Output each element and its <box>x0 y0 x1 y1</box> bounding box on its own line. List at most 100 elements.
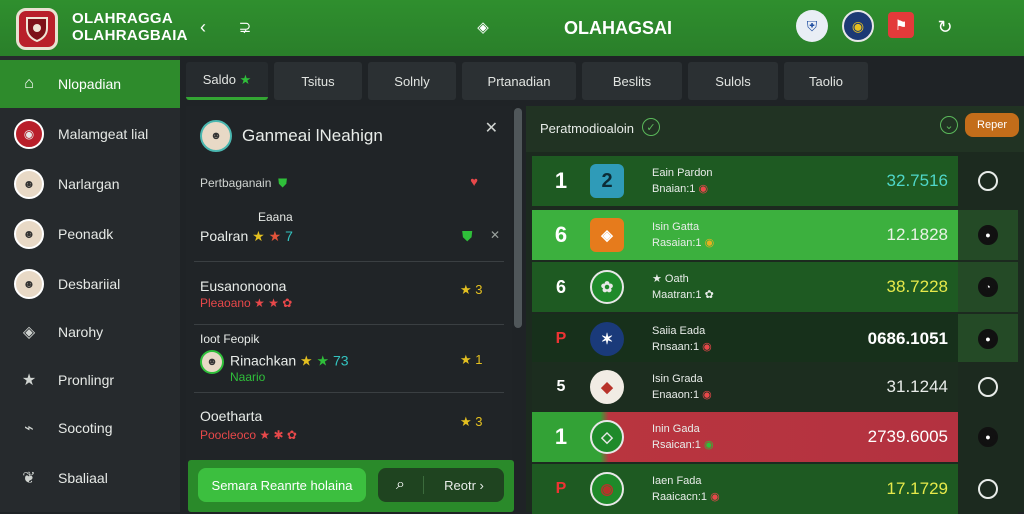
match-row[interactable]: P ◉ Iaen Fada Raaicacn:1 ◉ 17.1729 <box>532 464 958 514</box>
sidebar-item-ranking[interactable]: ★ Pronlingr <box>0 356 180 404</box>
shield-badge-icon[interactable]: ⛨ <box>796 10 828 42</box>
tab-saldo[interactable]: Saldo ★ <box>186 62 268 100</box>
sidebar-item-home[interactable]: ⌂ Nlopadian <box>0 60 180 108</box>
match-rank: 6 <box>555 276 566 297</box>
detail-text: Rnsaan:1 <box>652 341 700 353</box>
match-row[interactable]: 1 2 Eain Pardon Bnaian:1 ◉ 32.7516 <box>532 156 958 206</box>
sidebar-item-label: Socoting <box>58 420 113 436</box>
match-select[interactable] <box>958 156 1018 206</box>
team-name: ★ Oath <box>652 273 689 285</box>
match-score: 38.7228 <box>886 277 948 296</box>
match-row[interactable]: 6 ◈ Isin Gatta Rasaian:1 ◉ 12.1828 <box>532 210 958 260</box>
sidebar-item-label: Desbariial <box>58 276 121 292</box>
star-icon: ★ <box>239 71 252 87</box>
tab-label: Sulols <box>715 73 751 89</box>
match-select[interactable]: ● <box>958 412 1018 462</box>
team-name: Saiia Eada <box>652 325 706 337</box>
match-rank: 5 <box>556 378 566 395</box>
scrollbar[interactable] <box>514 108 522 328</box>
match-info: Iaen Fada Raaicacn:1 ◉ <box>652 473 812 505</box>
match-row[interactable]: P ✶ Saiia Eada Rnsaan:1 ◉ 0686.1051 <box>532 314 958 364</box>
brand-line-2: OLAHRAGBAIA <box>72 27 188 44</box>
sidebar-item-player-2[interactable]: ☻ Peonadk <box>0 210 180 258</box>
close-icon[interactable]: ✕ <box>485 118 498 138</box>
star-icon: ★ <box>21 372 37 389</box>
team-name: Inin Gada <box>652 423 700 435</box>
divider <box>194 324 504 325</box>
list-item[interactable]: Ooetharta <box>200 408 500 424</box>
list-item[interactable]: Poalran ★ ★ 7 ⛊ ✕ <box>200 228 500 245</box>
club-logo-icon[interactable] <box>16 8 58 50</box>
next-label: Reotr <box>444 477 476 493</box>
tab-solnly[interactable]: Solnly <box>368 62 456 100</box>
matches-header: Peratmodioaloin ✓ ⌄ Reper <box>526 106 1024 152</box>
match-select[interactable] <box>958 464 1018 514</box>
detail-text: Rasaian:1 <box>652 237 702 249</box>
match-score: 0686.1051 <box>812 329 958 349</box>
primary-action-button[interactable]: Semara Reanrte holaina <box>198 468 366 502</box>
refresh-icon[interactable]: ↻ <box>930 12 960 42</box>
team-panel: ☻ Ganmeai lNeahign ✕ Pertbaganain ⛊ ♥ Ea… <box>186 106 512 512</box>
sidebar-item-label: Peonadk <box>58 226 114 242</box>
detail-text: Raaicacn:1 <box>652 491 708 503</box>
check-icon[interactable]: ✓ <box>642 118 660 136</box>
team-name: Isin Gatta <box>652 221 700 233</box>
shield-icon: ⛊ <box>462 228 473 244</box>
card-icon: ✿ <box>704 289 714 301</box>
chevron-down-icon[interactable]: ⌄ <box>940 116 958 134</box>
close-icon[interactable]: ✕ <box>490 228 500 242</box>
tab-prtanadian[interactable]: Prtanadian <box>462 62 576 100</box>
match-select[interactable] <box>958 362 1018 412</box>
match-detail: Maatran:1 ✿ <box>652 287 812 303</box>
sidebar-item-scouting[interactable]: ⌁ Socoting <box>0 404 180 452</box>
report-button[interactable]: Reper <box>965 113 1019 137</box>
subtitle-text: Pertbaganain <box>200 176 272 190</box>
tab-beslits[interactable]: Beslits <box>582 62 682 100</box>
match-row[interactable]: 5 ◆ Isin Grada Enaaon:1 ◉ 31.1244 <box>532 362 958 412</box>
list-item[interactable]: Eusanonoona <box>200 278 500 294</box>
card-icon: ◉ <box>698 183 709 195</box>
sidebar-item-club[interactable]: ◉ Malamgeat lial <box>0 110 180 158</box>
chat-bubble-icon[interactable]: ⊋ <box>230 12 260 42</box>
detail-text: Enaaon:1 <box>652 389 700 401</box>
chevron-left-icon[interactable]: ‹ <box>188 12 218 42</box>
card-icon: ◉ <box>702 389 712 401</box>
sidebar-item-player-3[interactable]: ☻ Desbariial <box>0 260 180 308</box>
next-button[interactable]: Reotr › <box>424 478 504 493</box>
match-row[interactable]: 1 ◇ Inin Gada Rsaican:1 ◉ 2739.6005 <box>532 412 958 462</box>
match-detail: Rnsaan:1 ◉ <box>652 339 812 355</box>
match-select[interactable]: ◔ <box>958 262 1018 312</box>
match-select[interactable]: ● <box>958 314 1018 364</box>
matches-title: Peratmodioaloin <box>540 121 634 136</box>
alert-badge-icon[interactable]: ⚑ <box>888 12 914 38</box>
tab-label: Prtanadian <box>487 73 551 89</box>
team-name: Isin Grada <box>652 373 703 385</box>
tab-label: Beslits <box>612 73 652 89</box>
avatar-icon: ☻ <box>200 120 232 152</box>
sidebar: ⌂ Nlopadian ◉ Malamgeat lial ☻ Narlargan… <box>0 56 180 512</box>
star-icon: ★ <box>252 228 265 244</box>
match-select[interactable]: ● <box>958 210 1018 260</box>
sidebar-item-social[interactable]: ❦ Sbaliaal <box>0 454 180 502</box>
club-badge-icon[interactable]: ◉ <box>842 10 874 42</box>
home-icon: ⌂ <box>24 75 34 92</box>
sidebar-item-label: Nlopadian <box>58 76 122 92</box>
card-icon: ◉ <box>703 439 714 451</box>
search-icon[interactable]: ⌕ <box>378 476 424 494</box>
match-info: Saiia Eada Rnsaan:1 ◉ <box>652 323 812 355</box>
entry-number: 73 <box>332 352 349 369</box>
match-rank: 1 <box>554 168 568 193</box>
match-detail: Bnaian:1 ◉ <box>652 181 812 197</box>
panel-header: ☻ Ganmeai lNeahign <box>186 114 512 158</box>
radio-icon <box>978 479 998 499</box>
sidebar-item-player-1[interactable]: ☻ Narlargan <box>0 160 180 208</box>
sidebar-item-watch[interactable]: ◈ Narohy <box>0 308 180 356</box>
radio-icon: ● <box>978 329 998 349</box>
team-crest-icon: ◈ <box>590 218 624 252</box>
match-row[interactable]: 6 ✿ ★ Oath Maatran:1 ✿ 38.7228 <box>532 262 958 312</box>
tab-sulols[interactable]: Sulols <box>688 62 778 100</box>
tab-tsitus[interactable]: Tsitus <box>274 62 362 100</box>
heart-icon[interactable]: ♥ <box>470 174 478 189</box>
tab-taolio[interactable]: Taolio <box>784 62 868 100</box>
target-icon[interactable]: ◈ <box>468 12 498 42</box>
